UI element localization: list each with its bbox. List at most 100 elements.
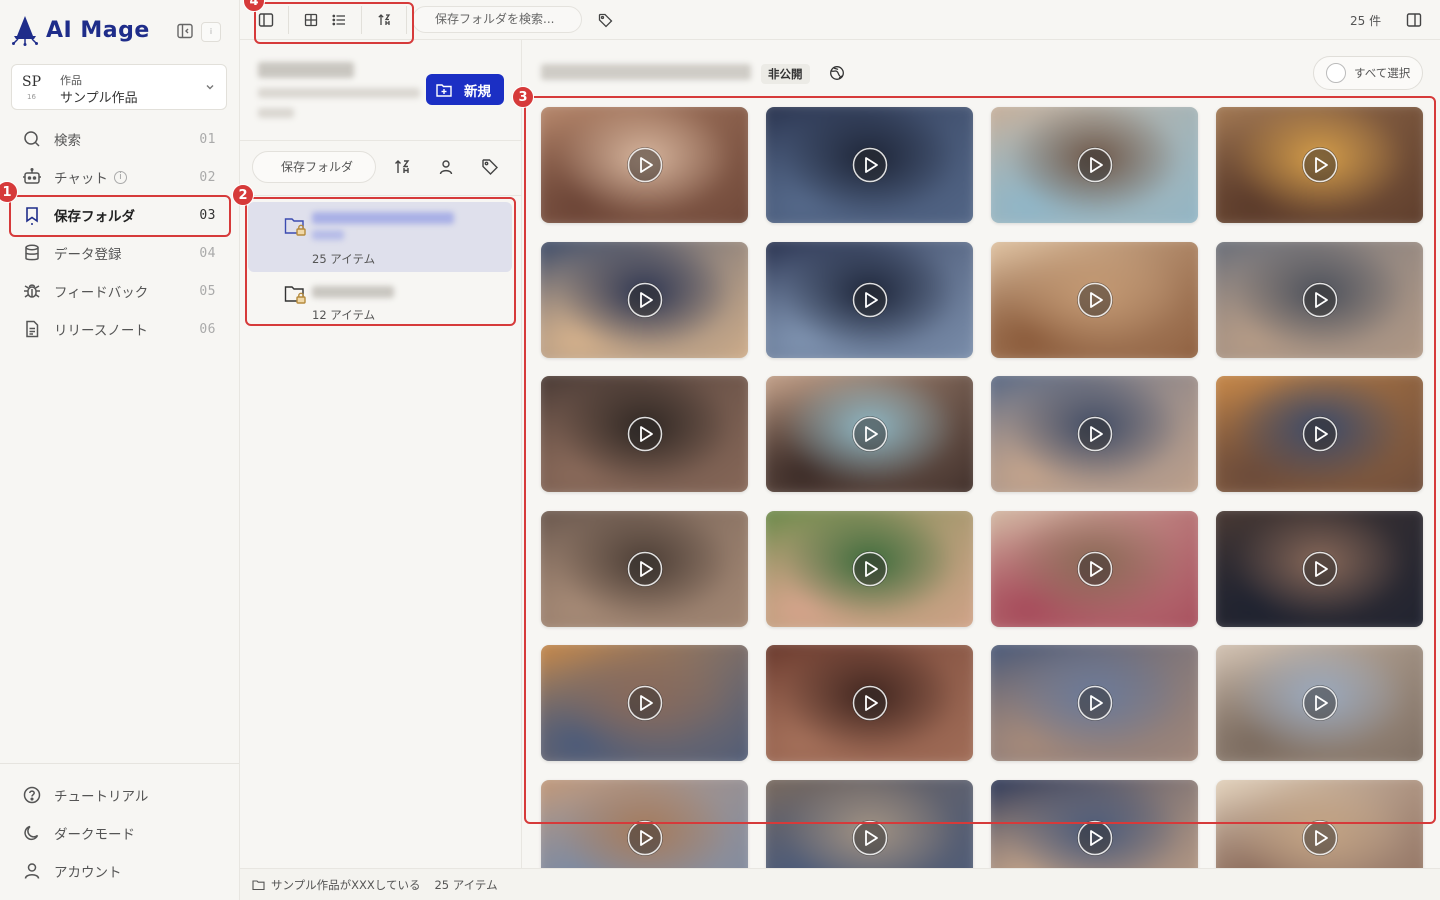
folder-type-filter[interactable]: 保存フォルダ <box>252 151 376 183</box>
video-thumbnail[interactable] <box>1216 107 1423 223</box>
video-thumbnail[interactable] <box>541 779 748 868</box>
sort-button[interactable] <box>374 10 394 30</box>
folder-panel-title-blurred <box>258 62 354 78</box>
dark-mode-toggle[interactable]: ダークモード <box>0 814 239 852</box>
video-thumbnail[interactable] <box>991 376 1198 492</box>
play-icon[interactable] <box>627 416 663 452</box>
play-icon[interactable] <box>1302 550 1338 587</box>
play-icon[interactable] <box>852 281 888 318</box>
toggle-panel-button[interactable] <box>256 10 276 30</box>
folder-panel-subtitle-blurred <box>258 108 294 118</box>
nav-item-release-notes[interactable]: リリースノート 06 <box>10 310 230 348</box>
info-icon[interactable]: i <box>113 170 127 184</box>
nav-item-saved-folders[interactable]: 保存フォルダ 03 <box>10 196 230 234</box>
play-icon[interactable] <box>1302 281 1338 318</box>
video-thumbnail[interactable] <box>991 241 1198 358</box>
play-icon[interactable] <box>627 819 663 856</box>
play-icon[interactable] <box>852 685 888 721</box>
video-thumbnail[interactable] <box>991 645 1198 761</box>
collapse-sidebar-button[interactable] <box>176 22 194 40</box>
folder-name-blurred <box>312 286 394 298</box>
play-icon[interactable] <box>627 281 663 318</box>
video-thumbnail[interactable] <box>541 645 748 761</box>
play-icon[interactable] <box>852 819 888 856</box>
video-thumbnail[interactable] <box>541 510 748 627</box>
play-icon[interactable] <box>852 416 888 452</box>
folder-item-count: 12 アイテム <box>312 308 376 322</box>
folder-item[interactable]: 12 アイテム <box>248 276 512 328</box>
toggle-right-panel-button[interactable] <box>1404 10 1424 30</box>
video-thumbnail[interactable] <box>766 779 973 868</box>
user-filter-icon[interactable] <box>437 158 455 176</box>
app-logo[interactable]: AI Mage <box>10 14 150 46</box>
tutorial-link[interactable]: チュートリアル <box>0 776 239 814</box>
wizard-logo-icon <box>12 16 38 46</box>
tag-filter-button[interactable] <box>595 10 615 30</box>
shortcut-badge[interactable]: i <box>201 22 221 42</box>
video-thumbnail[interactable] <box>1216 645 1423 761</box>
select-all-button[interactable]: すべて選択 <box>1313 56 1423 90</box>
folder-search-input[interactable]: 保存フォルダを検索... <box>412 6 582 33</box>
video-thumbnail[interactable] <box>991 779 1198 868</box>
video-thumbnail[interactable] <box>1216 779 1423 868</box>
play-icon[interactable] <box>1077 416 1113 452</box>
annotation-marker-3: 3 <box>512 86 534 108</box>
play-icon[interactable] <box>1077 147 1113 183</box>
video-thumbnail[interactable] <box>1216 241 1423 358</box>
video-thumbnail[interactable] <box>766 510 973 627</box>
nav-item-feedback[interactable]: フィードバック 05 <box>10 272 230 310</box>
nav-label: 保存フォルダ <box>54 209 135 225</box>
nav-item-data-registration[interactable]: データ登録 04 <box>10 234 230 272</box>
nav-shortcut: 02 <box>199 169 216 185</box>
nav-label: フィードバック <box>54 285 149 301</box>
play-icon[interactable] <box>1302 819 1338 856</box>
globe-icon[interactable] <box>829 65 845 81</box>
play-icon[interactable] <box>1077 685 1113 721</box>
bug-icon <box>24 284 40 298</box>
account-link[interactable]: アカウント <box>0 852 239 890</box>
play-icon[interactable] <box>1302 685 1338 721</box>
play-icon[interactable] <box>852 550 888 587</box>
top-toolbar: 保存フォルダを検索... 25 件 <box>240 0 1440 40</box>
video-thumbnail[interactable] <box>766 241 973 358</box>
sidebar-collapse-icon <box>177 23 193 39</box>
project-abbr: SP <box>22 74 42 90</box>
database-icon <box>25 244 39 261</box>
grid-view-button[interactable] <box>301 10 321 30</box>
nav-item-search[interactable]: 検索 01 <box>10 120 230 158</box>
video-thumbnail[interactable] <box>766 376 973 492</box>
sort-icon <box>378 14 391 25</box>
play-icon[interactable] <box>1077 281 1113 318</box>
play-icon[interactable] <box>1302 416 1338 452</box>
visibility-badge[interactable]: 非公開 <box>761 64 810 84</box>
play-icon[interactable] <box>627 550 663 587</box>
list-icon <box>332 14 345 26</box>
list-view-button[interactable] <box>329 10 349 30</box>
play-icon[interactable] <box>627 685 663 721</box>
sort-icon[interactable] <box>393 158 411 176</box>
project-selector[interactable]: SP 16 作品 サンプル作品 <box>11 64 227 110</box>
video-thumbnail[interactable] <box>1216 510 1423 627</box>
tag-icon[interactable] <box>481 158 499 176</box>
bot-icon <box>23 167 41 184</box>
play-icon[interactable] <box>1077 550 1113 587</box>
video-thumbnail[interactable] <box>1216 376 1423 492</box>
new-folder-button[interactable]: 新規 <box>426 74 504 105</box>
play-icon[interactable] <box>627 147 663 183</box>
folder-plus-icon <box>436 83 452 97</box>
nav-item-chat[interactable]: チャット i 02 <box>10 158 230 196</box>
grid-icon <box>304 13 318 27</box>
moon-icon <box>24 825 39 841</box>
video-thumbnail[interactable] <box>766 107 973 223</box>
video-thumbnail[interactable] <box>991 107 1198 223</box>
play-icon[interactable] <box>852 147 888 183</box>
play-icon[interactable] <box>1302 147 1338 183</box>
video-thumbnail[interactable] <box>541 376 748 492</box>
footer-label: アカウント <box>54 865 122 881</box>
play-icon[interactable] <box>1077 819 1113 856</box>
folder-item[interactable]: 25 アイテム <box>248 202 512 272</box>
video-thumbnail[interactable] <box>541 241 748 358</box>
video-thumbnail[interactable] <box>991 510 1198 627</box>
video-thumbnail[interactable] <box>766 645 973 761</box>
video-thumbnail[interactable] <box>541 107 748 223</box>
